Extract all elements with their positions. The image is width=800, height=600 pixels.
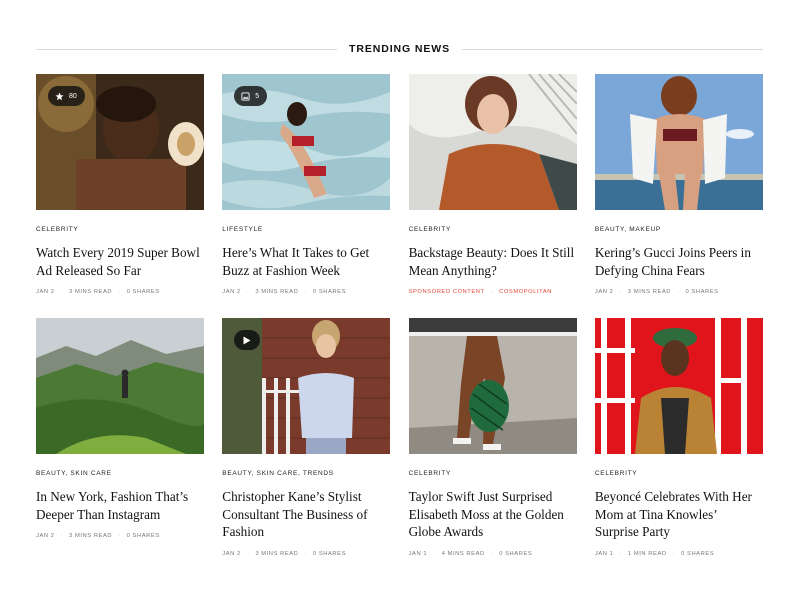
article-card[interactable]: BEAUTY, MAKEUP Kering’s Gucci Joins Peer… [594,74,763,296]
article-card[interactable]: BEAUTY, SKIN CARE, TRENDS Christopher Ka… [222,318,391,558]
article-headline[interactable]: Watch Every 2019 Super Bowl Ad Released … [36,244,204,279]
article-read-time: 3 MINS READ [69,533,113,540]
article-headline[interactable]: Christopher Kane’s Stylist Consultant Th… [222,488,390,541]
article-date: JAN 2 [36,289,55,296]
article-date: JAN 2 [222,550,241,557]
play-icon [243,336,251,345]
article-card[interactable]: 80 CELEBRITY Watch Every 2019 Super Bowl… [36,74,204,296]
section-title: TRENDING NEWS [349,43,450,55]
header-rule-left [36,48,338,50]
article-image[interactable] [408,318,577,455]
badge-count: 80 [69,92,77,100]
video-badge[interactable] [234,330,261,351]
badge-count: 5 [255,92,260,100]
article-shares: 0 SHARES [312,550,346,557]
section-header: TRENDING NEWS [36,40,764,58]
gallery-icon [241,91,250,101]
article-meta: JAN 2 · 3 MINS READ · 0 SHARES [36,289,160,296]
article-headline[interactable]: Taylor Swift Just Surprised Elisabeth Mo… [409,488,577,541]
article-image[interactable] [408,74,577,210]
gallery-badge: 5 [234,86,268,106]
article-image[interactable] [594,74,763,210]
article-read-time: 3 MINS READ [69,289,113,296]
article-category[interactable]: BEAUTY, SKIN CARE, TRENDS [222,470,390,478]
article-image[interactable]: 5 [222,74,391,210]
sponsor-link[interactable]: COSMOPOLITAN [499,289,552,295]
article-read-time: 3 MINS READ [255,289,299,296]
article-read-time: 1 MIN READ [627,550,667,557]
article-category[interactable]: LIFESTYLE [222,226,390,234]
article-category[interactable]: BEAUTY, SKIN CARE [36,470,204,478]
article-image[interactable] [222,318,391,455]
article-shares: 0 SHARES [685,289,719,296]
article-shares: 0 SHARES [126,289,160,296]
article-headline[interactable]: Beyoncé Celebrates With Her Mom at Tina … [595,488,763,541]
article-meta: JAN 2 · 3 MINS READ · 0 SHARES [222,289,346,296]
article-meta: JAN 2 · 3 MINS READ · 0 SHARES [36,533,160,540]
article-meta: JAN 1 · 4 MINS READ · 0 SHARES [408,550,533,557]
article-headline[interactable]: Kering’s Gucci Joins Peers in Defying Ch… [595,244,763,279]
star-icon [55,92,64,100]
article-date: JAN 2 [36,533,55,540]
article-card[interactable]: CELEBRITY Backstage Beauty: Does It Stil… [408,74,577,296]
article-grid: 80 CELEBRITY Watch Every 2019 Super Bowl… [36,74,763,558]
article-category[interactable]: CELEBRITY [409,470,577,478]
article-image[interactable] [594,318,763,455]
article-card[interactable]: CELEBRITY Taylor Swift Just Surprised El… [408,318,577,558]
article-read-time: 3 MINS READ [627,289,672,296]
article-shares: 0 SHARES [499,550,533,557]
article-headline[interactable]: Here’s What It Takes to Get Buzz at Fash… [222,244,390,279]
sponsored-label: SPONSORED CONTENT [408,289,485,296]
article-shares: 0 SHARES [126,533,160,540]
article-meta: JAN 2 · 3 MINS READ · 0 SHARES [594,289,719,296]
article-category[interactable]: CELEBRITY [595,470,763,478]
article-category[interactable]: CELEBRITY [36,226,204,234]
article-card[interactable]: CELEBRITY Beyoncé Celebrates With Her Mo… [594,318,763,558]
article-headline[interactable]: Backstage Beauty: Does It Still Mean Any… [409,244,577,279]
article-date: JAN 1 [594,550,614,557]
header-rule-right [461,48,764,50]
article-shares: 0 SHARES [681,550,715,557]
article-read-time: 4 MINS READ [441,550,485,557]
article-image[interactable] [36,318,204,455]
article-shares: 0 SHARES [312,289,346,296]
article-card[interactable]: BEAUTY, SKIN CARE In New York, Fashion T… [36,318,204,558]
article-category[interactable]: BEAUTY, MAKEUP [595,226,763,234]
article-meta-sponsored: SPONSORED CONTENT · COSMOPOLITAN [408,289,552,296]
article-meta: JAN 2 · 3 MINS READ · 0 SHARES [222,550,346,557]
article-headline[interactable]: In New York, Fashion That’s Deeper Than … [36,488,204,523]
article-card[interactable]: 5 LIFESTYLE Here’s What It Takes to Get … [222,74,391,296]
article-date: JAN 1 [408,550,428,557]
rating-badge: 80 [48,86,85,106]
article-date: JAN 2 [222,289,241,296]
article-category[interactable]: CELEBRITY [409,226,577,234]
article-date: JAN 2 [594,289,614,296]
article-image[interactable]: 80 [36,74,204,210]
article-meta: JAN 1 · 1 MIN READ · 0 SHARES [594,550,715,557]
article-read-time: 3 MINS READ [255,550,299,557]
